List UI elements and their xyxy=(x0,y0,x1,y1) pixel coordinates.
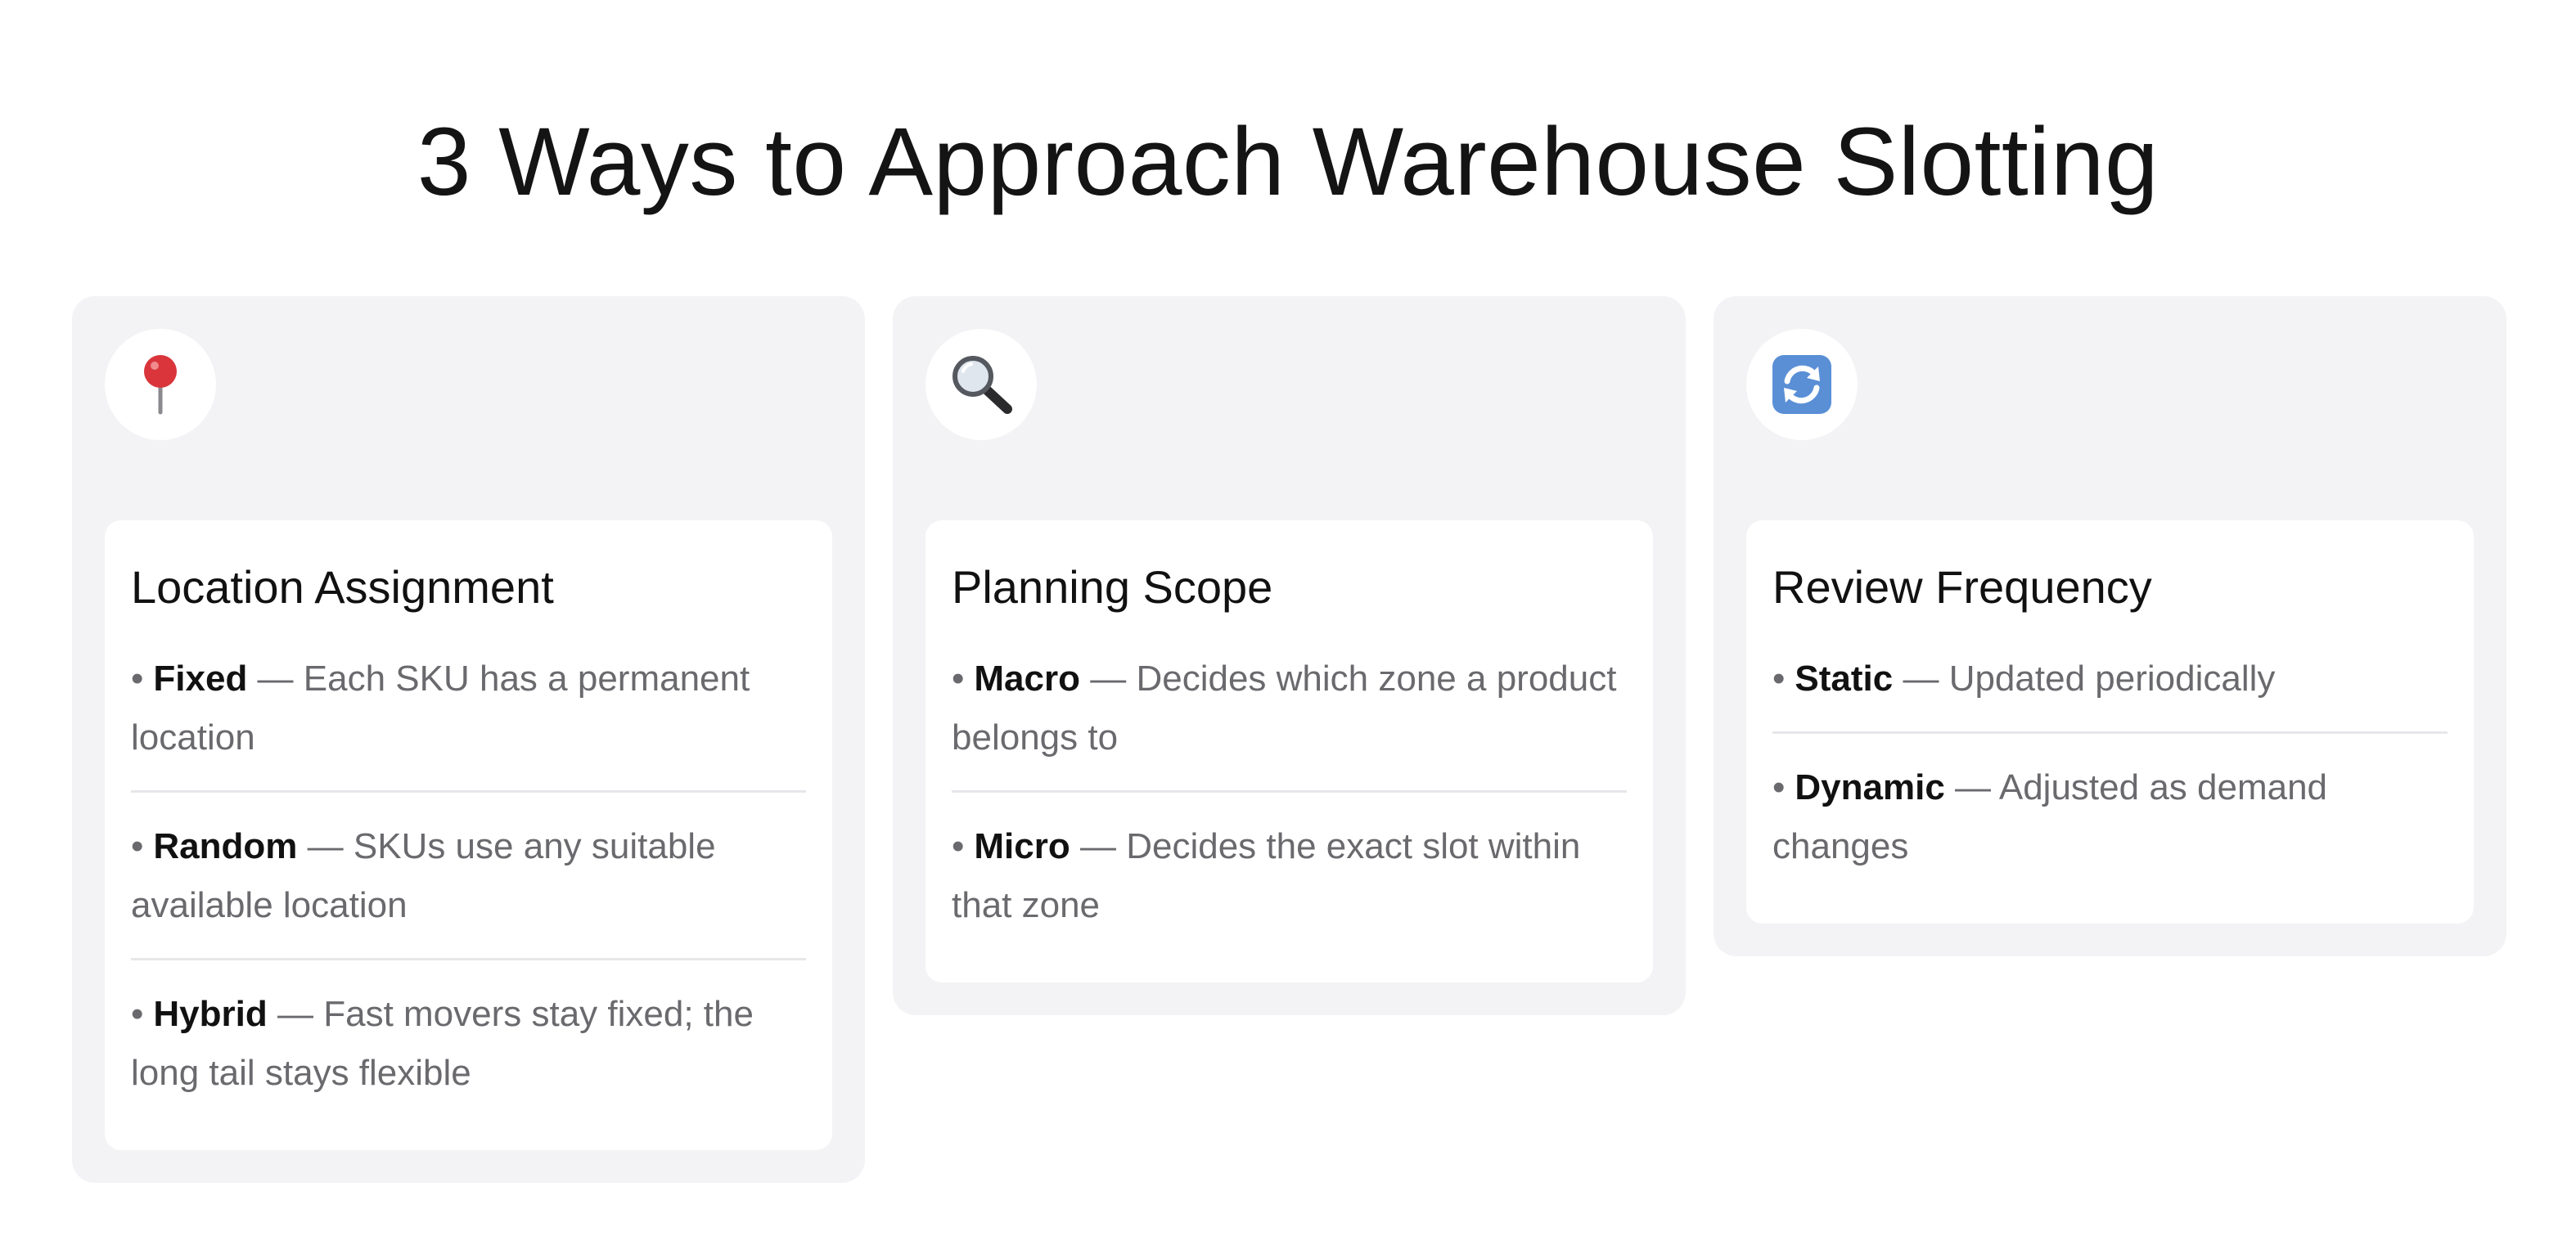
card-heading: Location Assignment xyxy=(131,561,554,613)
icon-badge xyxy=(925,329,1037,440)
counterclockwise-arrows-icon xyxy=(1772,355,1831,414)
card-body: Review Frequency • Static — Updated perio… xyxy=(1746,520,2474,924)
list-item: • Dynamic — Adjusted as demand changes xyxy=(1772,731,2448,899)
list-item: • Hybrid — Fast movers stay fixed; the lo… xyxy=(131,958,806,1126)
list-item: • Micro — Decides the exact slot within t… xyxy=(952,790,1627,958)
card-heading: Review Frequency xyxy=(1772,561,2152,613)
list-item: • Random — SKUs use any suitable availabl… xyxy=(131,790,806,958)
card-review-frequency: Review Frequency • Static — Updated perio… xyxy=(1714,296,2506,956)
card-heading: Planning Scope xyxy=(952,561,1273,613)
magnifying-glass-icon xyxy=(952,356,1012,414)
card-location-assignment: Location Assignment • Fixed — Each SKU ha… xyxy=(72,296,865,1183)
infographic-page: 3 Ways to Approach Warehouse Slotting Lo… xyxy=(0,0,2576,1250)
list-item: • Macro — Decides which zone a product be… xyxy=(952,659,1617,758)
card-planning-scope: Planning Scope • Macro — Decides which zo… xyxy=(893,296,1686,1015)
icon-badge xyxy=(1746,329,1858,440)
list-item: • Static — Updated periodically xyxy=(1772,659,2276,699)
card-body: Location Assignment • Fixed — Each SKU ha… xyxy=(105,520,832,1150)
round-pushpin-icon xyxy=(144,355,177,415)
card-row: Location Assignment • Fixed — Each SKU ha… xyxy=(72,296,2507,1183)
icon-badge xyxy=(105,329,216,440)
card-body: Planning Scope • Macro — Decides which zo… xyxy=(925,520,1653,982)
page-title: 3 Ways to Approach Warehouse Slotting xyxy=(417,108,2159,216)
list-item: • Fixed — Each SKU has a permanent locati… xyxy=(131,659,750,758)
